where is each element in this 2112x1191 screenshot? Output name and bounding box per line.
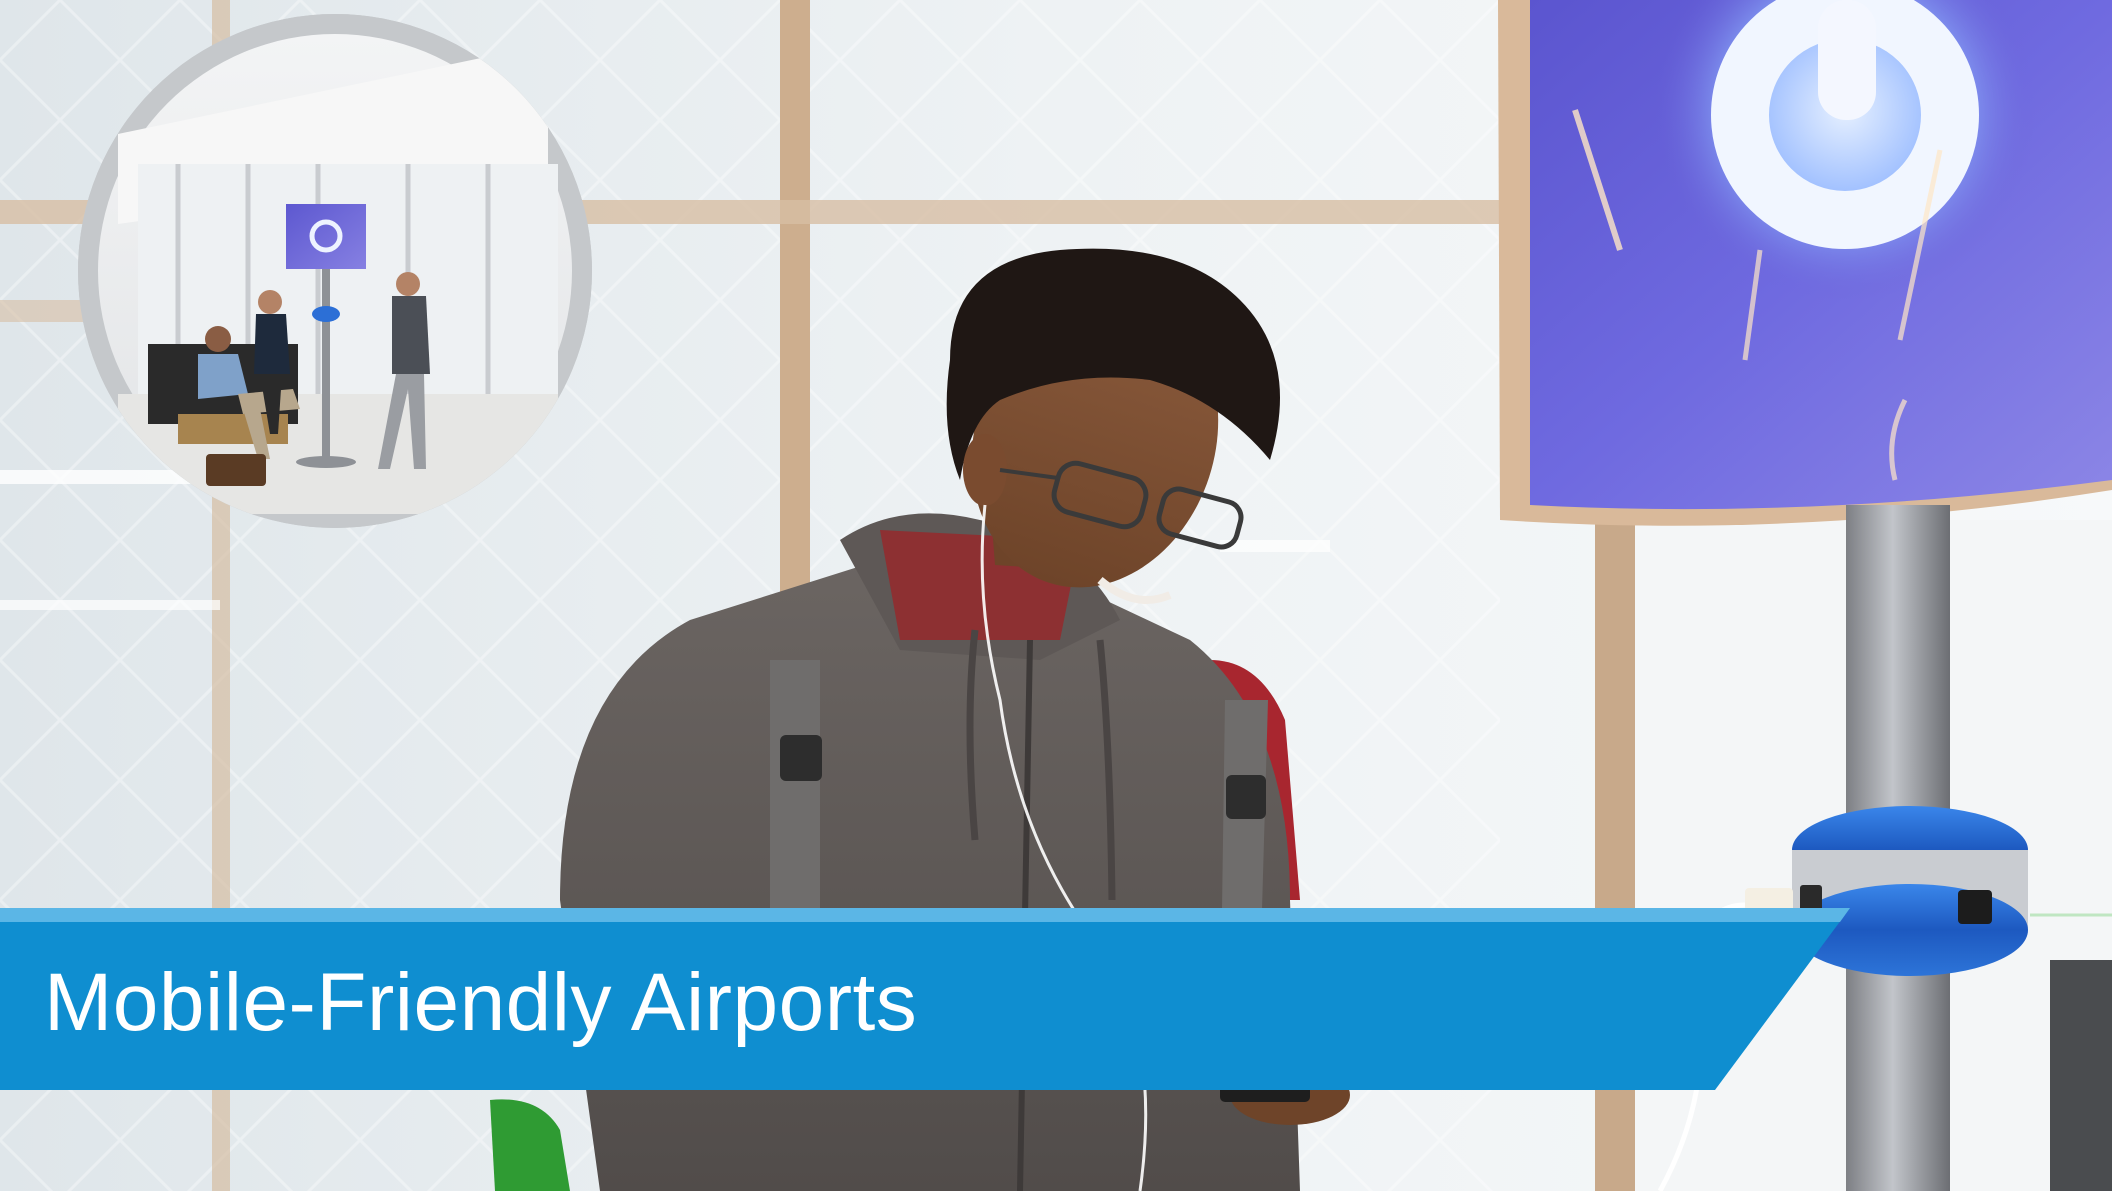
banner-title: Mobile-Friendly Airports: [44, 957, 918, 1048]
inset-scene: [78, 14, 592, 528]
inset-photo: [78, 14, 592, 528]
title-banner: Mobile-Friendly Airports: [0, 908, 1850, 1090]
slide: Mobile-Friendly Airports: [0, 0, 2112, 1191]
